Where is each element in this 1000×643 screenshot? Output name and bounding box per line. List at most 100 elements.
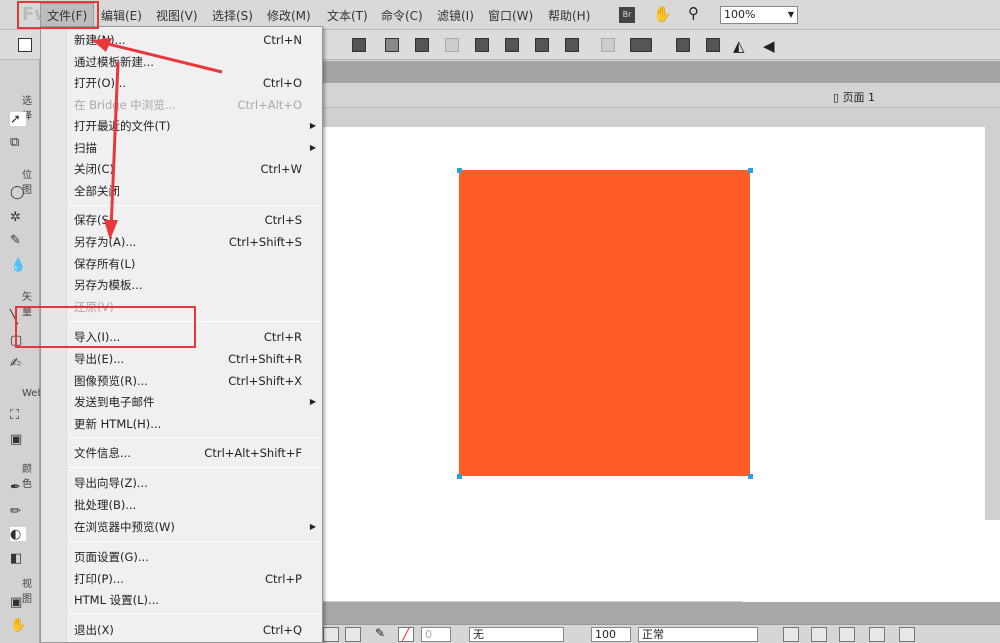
- hand-icon[interactable]: ✋: [10, 618, 26, 633]
- align-icon[interactable]: [630, 38, 652, 52]
- menu-item-label: 退出(X): [74, 623, 114, 637]
- menu-separator: [69, 437, 320, 438]
- menu-item[interactable]: 导出向导(Z)...: [74, 473, 304, 493]
- path-op-union-icon[interactable]: [783, 627, 799, 642]
- menu-item-shortcut: Ctrl+Q: [262, 623, 302, 637]
- stroke-size-input[interactable]: 0: [421, 627, 451, 642]
- default-colors-icon[interactable]: ◧: [10, 551, 26, 566]
- path-op-intersect-icon[interactable]: [811, 627, 827, 642]
- menu-item[interactable]: 发送到电子邮件 ▶: [74, 392, 316, 412]
- menu-item[interactable]: 另存为模板...: [74, 275, 304, 295]
- menu-window[interactable]: 窗口(W): [488, 7, 533, 24]
- menu-item[interactable]: 批处理(B)...: [74, 495, 304, 515]
- flip-horizontal-icon[interactable]: ◭: [733, 37, 745, 55]
- zoom-value: 100%: [724, 8, 756, 21]
- standard-view-icon[interactable]: ▣: [10, 595, 26, 610]
- menu-item[interactable]: 导出(E)... Ctrl+Shift+R: [74, 349, 304, 369]
- rotate-right-icon[interactable]: [706, 38, 720, 52]
- selection-handle[interactable]: [457, 474, 462, 479]
- menu-item-label: 在浏览器中预览(W): [74, 520, 175, 534]
- submenu-arrow-icon: ▶: [309, 397, 316, 406]
- menu-filters[interactable]: 滤镜(I): [437, 7, 474, 24]
- eyedropper-icon[interactable]: ✒: [10, 480, 26, 495]
- hand-tool-icon[interactable]: ✋: [653, 5, 672, 23]
- selection-handle[interactable]: [748, 168, 753, 173]
- menu-item-label: HTML 设置(L)...: [74, 593, 160, 607]
- menu-item-label: 更新 HTML(H)...: [74, 417, 162, 431]
- rotate-left-icon[interactable]: [676, 38, 690, 52]
- menu-item-shortcut: Ctrl+P: [264, 572, 302, 586]
- selection-handle[interactable]: [748, 474, 753, 479]
- stroke-color-icon[interactable]: ✏: [10, 504, 26, 519]
- menu-item[interactable]: 打印(P)... Ctrl+P: [74, 569, 304, 589]
- send-backward-icon[interactable]: [535, 38, 549, 52]
- menu-item-shortcut: Ctrl+R: [263, 330, 302, 344]
- bridge-button[interactable]: Br: [619, 7, 635, 23]
- arrow-head-icon: [92, 38, 112, 52]
- bring-to-front-icon[interactable]: [475, 38, 489, 52]
- annotation-box-import: [15, 306, 196, 348]
- menu-item[interactable]: 图像预览(R)... Ctrl+Shift+X: [74, 371, 304, 391]
- join-icon[interactable]: [415, 38, 429, 52]
- menu-separator: [69, 613, 320, 614]
- page-tab[interactable]: ▯ 页面 1: [833, 89, 875, 105]
- page-tab-label: 页面 1: [842, 91, 876, 104]
- ungroup-icon[interactable]: [385, 38, 399, 52]
- menu-help[interactable]: 帮助(H): [548, 7, 590, 24]
- menu-item[interactable]: 在浏览器中预览(W) ▶: [74, 517, 316, 537]
- menu-item-label: 文件信息...: [74, 446, 131, 460]
- menu-item-label: 导出向导(Z)...: [74, 476, 148, 490]
- stroke-type-select[interactable]: 无: [469, 627, 564, 642]
- selection-handle[interactable]: [457, 168, 462, 173]
- status-strip: [323, 602, 1000, 624]
- distribute-icon[interactable]: [601, 38, 615, 52]
- fill-color-icon[interactable]: ◐: [10, 527, 26, 542]
- menu-commands[interactable]: 命令(C): [381, 7, 423, 24]
- menu-item-shortcut: Ctrl+Alt+Shift+F: [204, 446, 302, 460]
- fill-gradient-icon[interactable]: [323, 627, 339, 642]
- properties-bar: ✎ ╱ 0 无 100 正常: [323, 624, 1000, 643]
- slice-tool-icon[interactable]: ▣: [10, 432, 26, 447]
- flip-vertical-icon[interactable]: ◀: [763, 37, 775, 55]
- menu-text[interactable]: 文本(T): [327, 7, 368, 24]
- path-op-crop-icon[interactable]: [869, 627, 885, 642]
- menu-item-label: 打印(P)...: [74, 572, 124, 586]
- annotation-arrows: [92, 38, 223, 240]
- blur-tool-icon[interactable]: 💧: [10, 258, 26, 273]
- path-op-punch-icon[interactable]: [839, 627, 855, 642]
- group-icon[interactable]: [352, 38, 366, 52]
- zoom-select[interactable]: 100% ▼: [720, 6, 798, 24]
- menu-item[interactable]: 更新 HTML(H)...: [74, 414, 304, 434]
- send-to-back-icon[interactable]: [565, 38, 579, 52]
- opacity-input[interactable]: 100: [591, 627, 631, 642]
- stroke-none-swatch[interactable]: ╱: [398, 627, 414, 642]
- menu-item-label: 批处理(B)...: [74, 498, 137, 512]
- menu-item[interactable]: 退出(X) Ctrl+Q: [74, 620, 304, 640]
- chevron-down-icon: ▼: [787, 10, 794, 19]
- arrow-head-icon: [104, 220, 118, 240]
- zoom-tool-icon[interactable]: ⚲: [688, 4, 699, 22]
- menu-item-label: 导出(E)...: [74, 352, 125, 366]
- split-icon[interactable]: [445, 38, 459, 52]
- menu-item[interactable]: HTML 设置(L)...: [74, 590, 304, 610]
- orange-rectangle[interactable]: [459, 170, 750, 476]
- menu-item-label: 页面设置(G)...: [74, 550, 149, 564]
- path-op-split-icon[interactable]: [899, 627, 915, 642]
- pencil-icon: ✎: [375, 626, 386, 640]
- bring-forward-icon[interactable]: [505, 38, 519, 52]
- menu-separator: [69, 541, 320, 542]
- fill-pattern-icon[interactable]: [345, 627, 361, 642]
- freeform-tool-icon[interactable]: ✍: [10, 356, 26, 371]
- menu-item[interactable]: 文件信息... Ctrl+Alt+Shift+F: [74, 443, 304, 463]
- menu-item-shortcut: Ctrl+Shift+X: [228, 374, 302, 388]
- menu-item-label: 图像预览(R)...: [74, 374, 148, 388]
- blend-mode-select[interactable]: 正常: [638, 627, 758, 642]
- menu-item-label: 另存为模板...: [74, 278, 143, 292]
- arrow-to-save-as: [109, 61, 120, 231]
- submenu-arrow-icon: ▶: [309, 522, 316, 531]
- hotspot-tool-icon[interactable]: ⛶: [10, 408, 26, 423]
- menu-item-label: 发送到电子邮件: [74, 395, 155, 409]
- menu-item[interactable]: 页面设置(G)...: [74, 547, 304, 567]
- menu-item-shortcut: Ctrl+Shift+R: [228, 352, 302, 366]
- document-tab-bar: ▯ 页面 1: [323, 84, 1000, 108]
